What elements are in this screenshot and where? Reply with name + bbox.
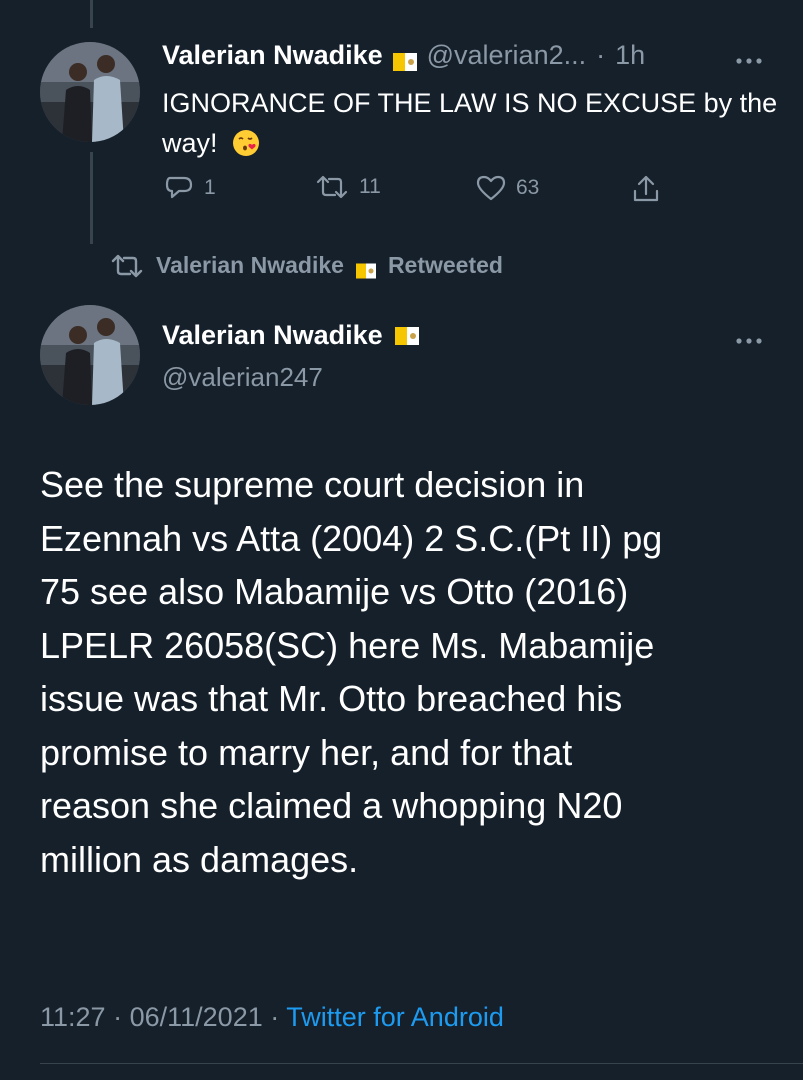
- tweet-header: Valerian Nwadike @valerian2... · 1h: [162, 40, 792, 71]
- display-name[interactable]: Valerian Nwadike: [162, 40, 383, 71]
- avatar[interactable]: [40, 305, 140, 405]
- tweet-author: Valerian Nwadike: [162, 320, 419, 351]
- tweet-time[interactable]: 11:27: [40, 1002, 106, 1032]
- retweet-button[interactable]: 11: [315, 174, 381, 200]
- display-name[interactable]: Valerian Nwadike: [162, 320, 383, 351]
- handle[interactable]: @valerian2...: [427, 40, 586, 71]
- heart-icon: [476, 175, 506, 201]
- retweet-icon: [316, 175, 348, 199]
- tweet-meta: 11:27 · 06/11/2021 · Twitter for Android: [40, 1002, 504, 1033]
- vatican-flag-icon: [394, 326, 419, 345]
- retweet-icon: [111, 254, 143, 277]
- tweet-date[interactable]: 06/11/2021: [130, 1002, 263, 1032]
- more-options-icon[interactable]: [734, 333, 764, 344]
- thread-line: [90, 152, 93, 244]
- tweet-text: See the supreme court decision in Ezenna…: [40, 464, 663, 880]
- vatican-flag-icon: [355, 258, 376, 278]
- like-count: 63: [516, 176, 540, 199]
- more-options-icon[interactable]: [734, 53, 764, 64]
- source-link[interactable]: Twitter for Android: [286, 1002, 504, 1032]
- retweeter-name: Valerian Nwadike: [156, 252, 344, 278]
- share-button[interactable]: [632, 174, 660, 204]
- reply-count: 1: [204, 176, 216, 199]
- reply-button[interactable]: 1: [164, 174, 216, 202]
- kissing-face-with-heart-icon: [231, 128, 261, 158]
- like-button[interactable]: 63: [476, 174, 539, 202]
- retweet-count: 11: [359, 175, 381, 198]
- retweet-banner[interactable]: Valerian Nwadike Retweeted: [110, 252, 503, 279]
- separator-dot: ·: [113, 1002, 123, 1032]
- divider: [40, 1063, 803, 1064]
- reply-icon: [165, 176, 193, 199]
- thread-line: [90, 0, 93, 28]
- separator-dot: ·: [596, 40, 606, 70]
- separator-dot: ·: [270, 1002, 280, 1032]
- tweet-text: IGNORANCE OF THE LAW IS NO EXCUSE by the…: [162, 83, 782, 163]
- timestamp[interactable]: 1h: [615, 40, 645, 71]
- vatican-flag-icon: [392, 47, 417, 71]
- share-icon: [633, 175, 659, 202]
- avatar[interactable]: [40, 42, 140, 142]
- handle[interactable]: @valerian247: [162, 362, 323, 393]
- retweeted-label: Retweeted: [387, 252, 503, 278]
